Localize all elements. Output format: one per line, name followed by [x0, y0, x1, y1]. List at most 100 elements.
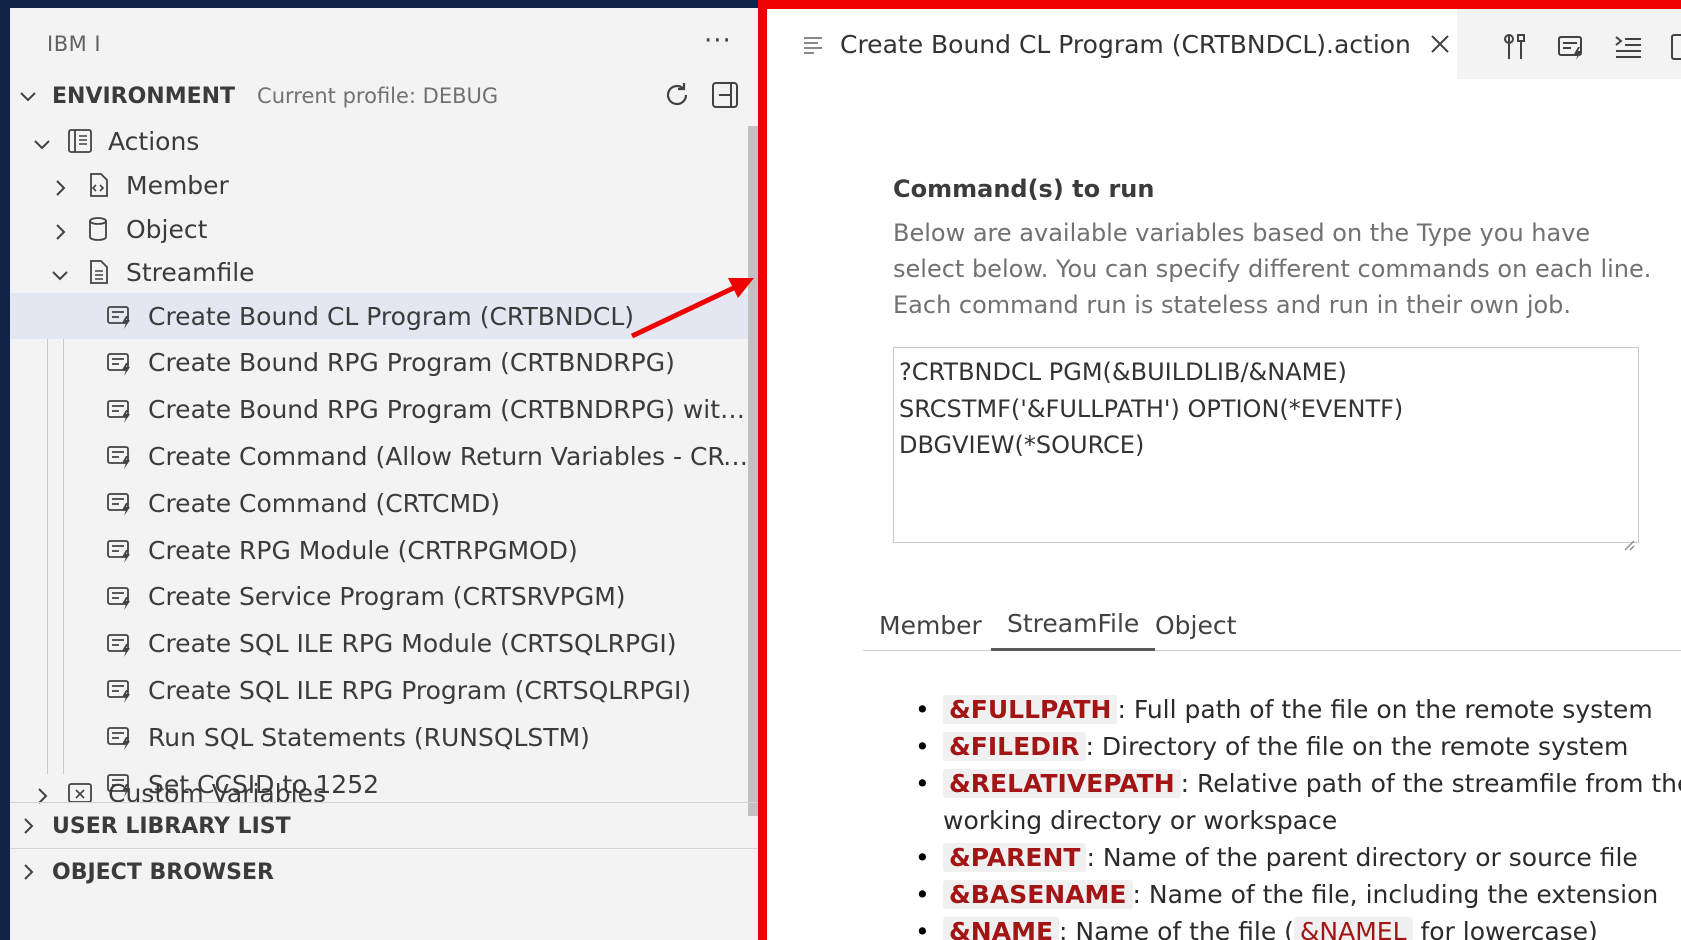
tree-label: Actions — [108, 126, 200, 156]
run-action-icon — [106, 349, 134, 377]
action-item-label: Create Command (Allow Return Variables -… — [148, 441, 748, 471]
list-item: &FILEDIR: Directory of the file on the r… — [915, 728, 1681, 765]
chevron-down-icon — [32, 131, 52, 151]
action-item-label: Create SQL ILE RPG Program (CRTSQLRPGI) — [148, 675, 692, 705]
action-item-label: Create Bound RPG Program (CRTBNDRPG) wit… — [148, 395, 748, 425]
collapse-all-icon[interactable] — [710, 80, 740, 114]
action-item[interactable]: Create Command (Allow Return Variables -… — [10, 433, 758, 479]
run-action-icon — [106, 583, 134, 611]
list-item: &NAME: Name of the file (&NAMEL for lowe… — [915, 913, 1681, 940]
run-action-icon — [106, 442, 134, 470]
list-item: &RELATIVEPATH: Relative path of the stre… — [915, 765, 1681, 839]
chevron-right-icon — [18, 862, 38, 882]
sidebar-scrollbar[interactable] — [748, 126, 758, 816]
tree-item-actions[interactable]: Actions — [10, 118, 758, 164]
action-item[interactable]: Create Command (CRTCMD) — [10, 480, 758, 526]
variable-code: &NAMEL — [1293, 917, 1413, 940]
chevron-down-icon — [18, 86, 38, 106]
action-item[interactable]: Create Bound RPG Program (CRTBNDRPG) wit… — [10, 387, 758, 433]
action-item-label: Create Bound CL Program (CRTBNDCL) — [148, 301, 634, 331]
file-icon — [84, 258, 112, 286]
editor-tab-label: Create Bound CL Program (CRTBNDCL).actio… — [840, 29, 1411, 59]
action-item-label: Create RPG Module (CRTRPGMOD) — [148, 535, 578, 565]
sidebar-header: IBM I ··· — [10, 8, 758, 80]
more-actions-button[interactable]: ··· — [704, 26, 732, 56]
variable-description: : Name of the file ( — [1059, 917, 1294, 940]
sidebar-title: IBM I — [47, 32, 102, 56]
environment-label: ENVIRONMENT — [52, 83, 236, 109]
action-item[interactable]: Create Bound RPG Program (CRTBNDRPG) — [10, 340, 758, 386]
variable-code: &RELATIVEPATH — [943, 769, 1181, 798]
action-item[interactable]: Create Bound CL Program (CRTBNDCL) — [10, 293, 758, 339]
refresh-icon[interactable] — [662, 80, 692, 114]
tab-streamfile[interactable]: StreamFile — [991, 599, 1156, 651]
run-action-icon — [106, 676, 134, 704]
run-action-icon — [106, 396, 134, 424]
resize-grip-icon[interactable] — [1621, 525, 1635, 551]
action-item[interactable]: Create SQL ILE RPG Module (CRTSQLRPGI) — [10, 621, 758, 667]
action-item-label: Create Service Program (CRTSRVPGM) — [148, 582, 626, 612]
tree-item-member[interactable]: Member — [10, 162, 758, 208]
list-indent-icon[interactable] — [1612, 31, 1644, 63]
commands-field-title: Command(s) to run — [893, 175, 1155, 203]
chevron-right-icon — [32, 783, 52, 804]
action-item[interactable]: Create RPG Module (CRTRPGMOD) — [10, 527, 758, 573]
variable-code: &BASENAME — [943, 880, 1133, 909]
section-user-library-list[interactable]: USER LIBRARY LIST — [10, 804, 758, 848]
variable-description: : Name of the file, including the extens… — [1132, 880, 1659, 909]
variable-description: for lowercase) — [1420, 917, 1598, 940]
tools-icon[interactable] — [1500, 31, 1532, 63]
variable-description: : Directory of the file on the remote sy… — [1085, 732, 1629, 761]
command-line: DBGVIEW(*SOURCE) — [899, 431, 1145, 459]
action-item-label: Create Command (CRTCMD) — [148, 488, 501, 518]
close-icon[interactable] — [1427, 31, 1453, 57]
chevron-right-icon — [50, 219, 70, 240]
run-action-icon — [106, 302, 134, 330]
tab-member[interactable]: Member — [863, 599, 998, 651]
chevron-right-icon — [18, 816, 38, 836]
action-item-label: Run SQL Statements (RUNSQLSTM) — [148, 722, 590, 752]
command-line: SRCSTMF('&FULLPATH') OPTION(*EVENTF) — [899, 394, 1404, 423]
variable-code: &FILEDIR — [943, 732, 1086, 761]
run-action-icon[interactable] — [1556, 31, 1588, 63]
variable-code: &PARENT — [943, 843, 1087, 872]
action-item[interactable]: Create SQL ILE RPG Program (CRTSQLRPGI) — [10, 667, 758, 713]
run-action-icon — [106, 723, 134, 751]
editor-toolbar — [1500, 31, 1681, 63]
file-lines-icon — [802, 33, 824, 55]
run-action-icon — [106, 536, 134, 564]
editor-tabbar: Create Bound CL Program (CRTBNDCL).actio… — [767, 9, 1681, 79]
user-library-list-label: USER LIBRARY LIST — [52, 813, 291, 839]
variable-description: : Full path of the file on the remote sy… — [1117, 695, 1653, 724]
section-environment[interactable]: ENVIRONMENT Current profile: DEBUG — [10, 74, 758, 118]
variable-code: &FULLPATH — [943, 695, 1118, 724]
commands-textarea[interactable]: ?CRTBNDCL PGM(&BUILDLIB/&NAME) SRCSTMF('… — [893, 347, 1639, 551]
run-action-icon — [106, 630, 134, 658]
list-item: &BASENAME: Name of the file, including t… — [915, 876, 1681, 913]
object-browser-label: OBJECT BROWSER — [52, 859, 274, 885]
commands-field-description: Below are available variables based on t… — [893, 219, 1652, 319]
action-item-label: Create Bound RPG Program (CRTBNDRPG) — [148, 348, 675, 378]
book-icon — [66, 127, 94, 155]
tree-label: Member — [126, 170, 229, 200]
variable-description: : Name of the parent directory or source… — [1086, 843, 1638, 872]
database-icon — [84, 215, 112, 243]
variable-code: &NAME — [943, 917, 1060, 940]
tree-item-object[interactable]: Object — [10, 206, 758, 252]
action-item[interactable]: Create Service Program (CRTSRVPGM) — [10, 574, 758, 620]
list-item: &FULLPATH: Full path of the file on the … — [915, 691, 1681, 728]
current-profile-label: Current profile: DEBUG — [257, 84, 499, 108]
action-item-label: Create SQL ILE RPG Module (CRTSQLRPGI) — [148, 629, 677, 659]
source-file-icon — [84, 171, 112, 199]
section-divider — [10, 848, 758, 849]
editor-tab-active[interactable]: Create Bound CL Program (CRTBNDCL).actio… — [767, 9, 1457, 79]
list-item: &PARENT: Name of the parent directory or… — [915, 839, 1681, 876]
section-divider — [10, 802, 758, 803]
type-tabs: Member StreamFile Object — [863, 599, 1681, 651]
variable-list: &FULLPATH: Full path of the file on the … — [915, 691, 1681, 940]
tab-object[interactable]: Object — [1139, 599, 1252, 651]
action-item[interactable]: Run SQL Statements (RUNSQLSTM) — [10, 714, 758, 760]
split-editor-icon[interactable] — [1668, 31, 1681, 63]
tree-item-streamfile[interactable]: Streamfile — [10, 249, 758, 295]
section-object-browser[interactable]: OBJECT BROWSER — [10, 850, 758, 894]
